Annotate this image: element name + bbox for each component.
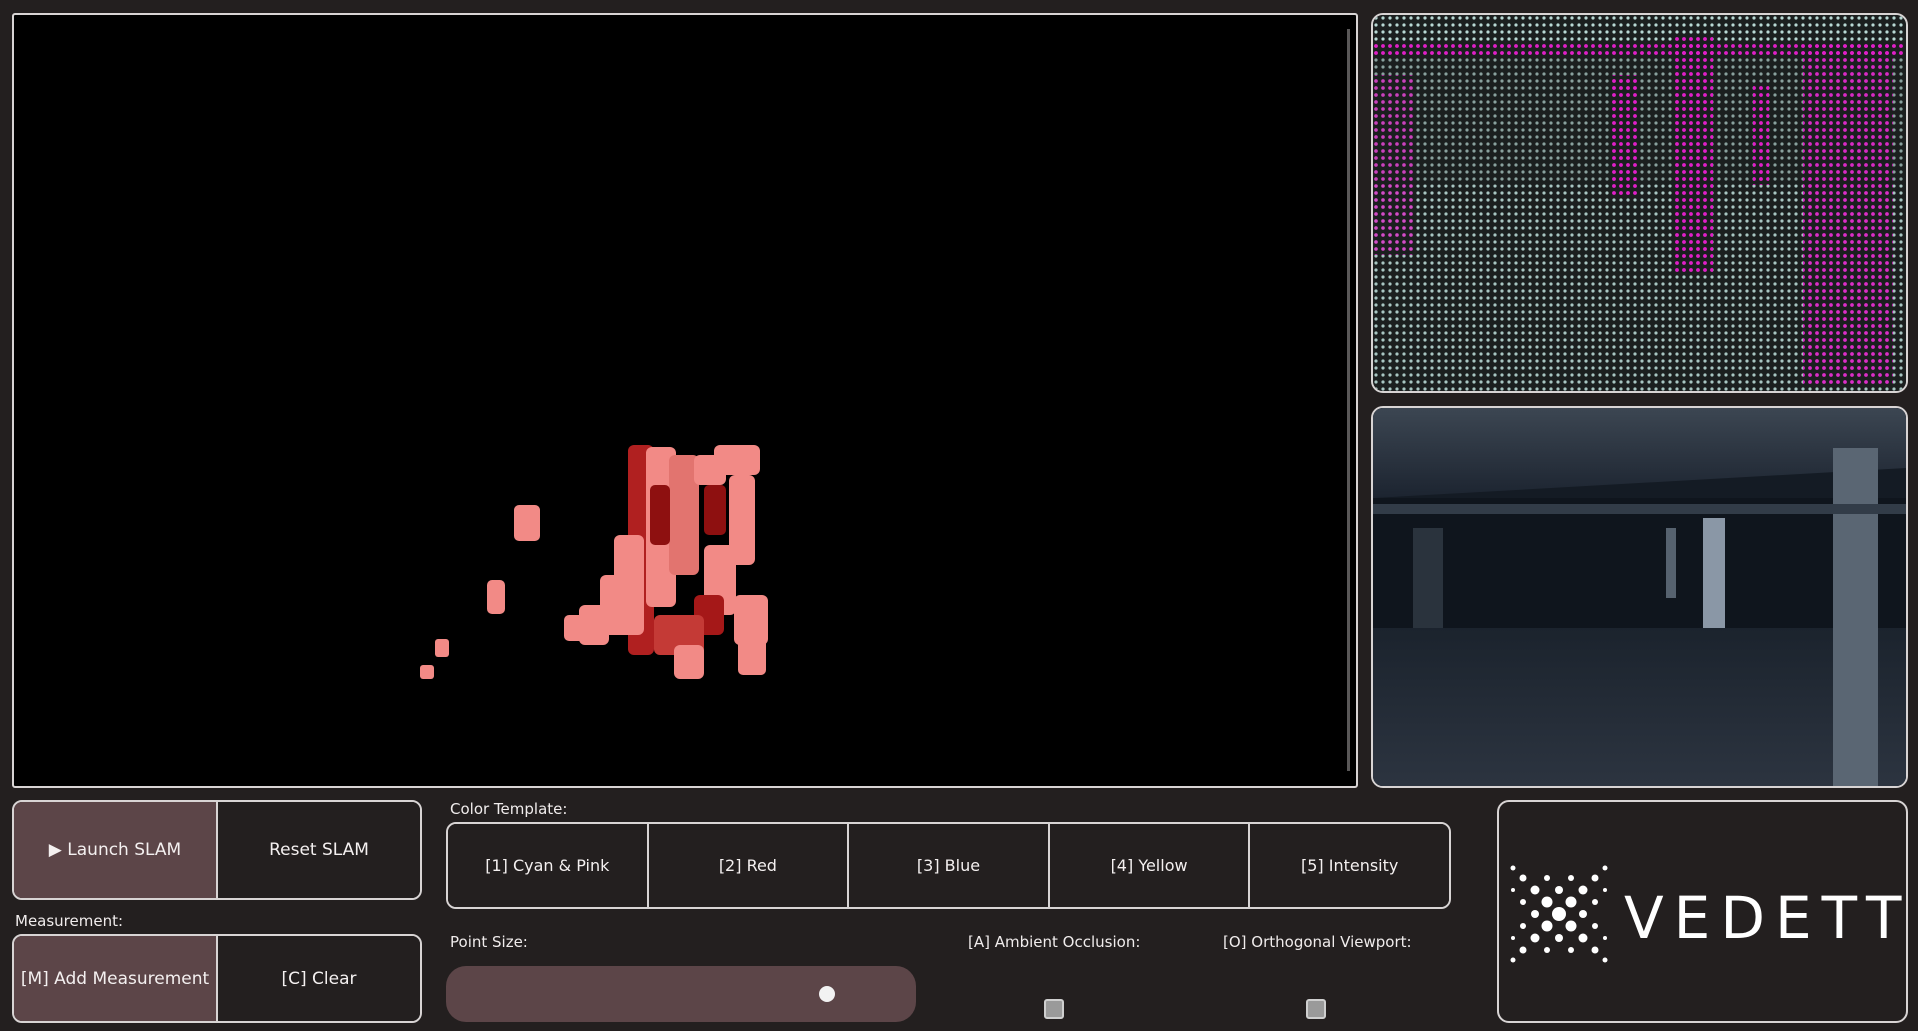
orthogonal-viewport-label: [O] Orthogonal Viewport: bbox=[1223, 933, 1412, 951]
add-measurement-button[interactable]: [M] Add Measurement bbox=[14, 936, 216, 1021]
color-template-intensity-button[interactable]: [5] Intensity bbox=[1248, 824, 1449, 907]
point-size-slider-thumb[interactable] bbox=[819, 986, 836, 1002]
logo-mark bbox=[1510, 865, 1608, 963]
measurement-controls: [M] Add Measurement [C] Clear bbox=[12, 934, 422, 1023]
point-cloud-render bbox=[420, 445, 768, 679]
main-3d-viewport[interactable] bbox=[12, 13, 1358, 788]
logo-wordmark: VEDETTE bbox=[1624, 884, 1906, 952]
reset-slam-button[interactable]: Reset SLAM bbox=[216, 802, 420, 898]
point-size-heading: Point Size: bbox=[450, 933, 528, 951]
clear-measurement-button[interactable]: [C] Clear bbox=[216, 936, 420, 1021]
color-template-heading: Color Template: bbox=[450, 800, 568, 818]
point-size-slider[interactable] bbox=[446, 966, 916, 1022]
measurement-heading: Measurement: bbox=[15, 912, 124, 930]
ambient-occlusion-label: [A] Ambient Occlusion: bbox=[968, 933, 1141, 951]
color-template-yellow-button[interactable]: [4] Yellow bbox=[1047, 824, 1249, 907]
color-template-red-button[interactable]: [2] Red bbox=[646, 824, 848, 907]
orthogonal-viewport-checkbox[interactable] bbox=[1306, 999, 1326, 1019]
point-cloud-preview-render bbox=[1373, 15, 1906, 391]
launch-slam-button[interactable]: ▶ Launch SLAM bbox=[14, 802, 216, 898]
point-cloud-cluster bbox=[420, 445, 768, 679]
slam-controls: ▶ Launch SLAM Reset SLAM bbox=[12, 800, 422, 900]
color-template-options: [1] Cyan & Pink [2] Red [3] Blue [4] Yel… bbox=[446, 822, 1451, 909]
color-template-blue-button[interactable]: [3] Blue bbox=[847, 824, 1048, 907]
vedette-logo-icon: VEDETTE bbox=[1510, 865, 1906, 963]
camera-feed-view[interactable] bbox=[1371, 406, 1908, 788]
ambient-occlusion-checkbox[interactable] bbox=[1044, 999, 1064, 1019]
point-cloud-preview[interactable] bbox=[1371, 13, 1908, 393]
brand-logo-panel: VEDETTE bbox=[1497, 800, 1908, 1023]
camera-feed-image bbox=[1373, 408, 1906, 786]
color-template-cyan-pink-button[interactable]: [1] Cyan & Pink bbox=[448, 824, 647, 907]
